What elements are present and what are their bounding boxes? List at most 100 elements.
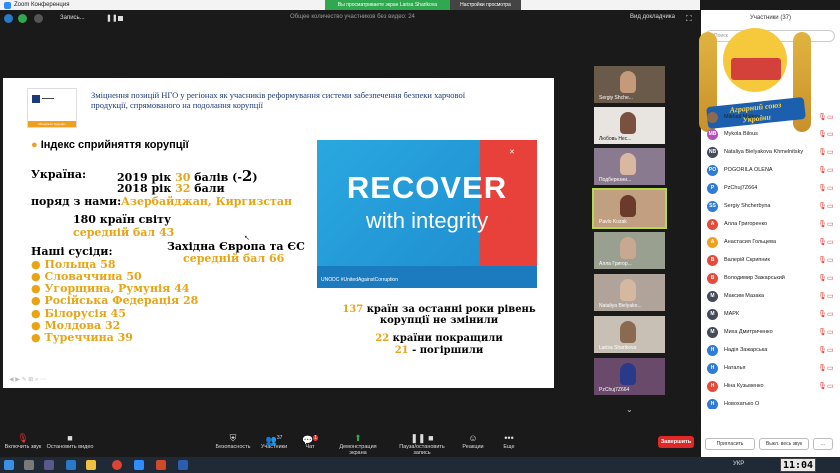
start-icon[interactable]	[4, 460, 14, 470]
participant-row[interactable]: Н Наталья 🎙 ▭	[705, 361, 835, 378]
more-options-button[interactable]: ...	[813, 438, 833, 450]
participant-row[interactable]: М Миха Дмитриченко 🎙 ▭	[705, 325, 835, 342]
org-logo: ▬▬▬▬ Матеріали будущих	[27, 88, 77, 128]
participant-row[interactable]: Н Ніна Кузьменко 🎙 ▭	[705, 379, 835, 396]
participant-row[interactable]: В Валерій Скрипник 🎙 ▭	[705, 253, 835, 270]
invite-button[interactable]: Пригласить	[705, 438, 755, 450]
info-icon[interactable]	[4, 14, 13, 23]
video-tile[interactable]: PzChuj7Z664	[594, 358, 665, 395]
mic-muted-icon[interactable]: 🎙	[818, 113, 827, 121]
participant-row[interactable]: М МАРК 🎙 ▭	[705, 307, 835, 324]
gallery-scroll-down-icon[interactable]: ⌄	[626, 405, 633, 414]
participant-row[interactable]: А Алла Григоренко 🎙 ▭	[705, 217, 835, 234]
record-icon	[34, 14, 43, 23]
video-tile[interactable]: Nataliya Bielyako...	[594, 274, 665, 311]
video-tile[interactable]: Sergiy Shche...	[594, 66, 665, 103]
stop-recording-icon[interactable]	[118, 16, 123, 21]
mic-muted-icon[interactable]: 🎙	[818, 184, 827, 192]
chrome-icon[interactable]	[112, 460, 122, 470]
camera-off-icon[interactable]: ▭	[827, 292, 834, 300]
mic-muted-icon[interactable]: 🎙	[818, 202, 827, 210]
chat-button[interactable]: 💬1 Чат	[298, 433, 322, 450]
video-tile-active[interactable]: Pavlo Kozak	[592, 188, 667, 229]
search-icon[interactable]	[24, 460, 34, 470]
mute-all-button[interactable]: Выкл. весь звук	[759, 438, 809, 450]
stop-video-button[interactable]: ■ Остановить видео	[46, 433, 94, 450]
mic-muted-icon[interactable]: 🎙	[818, 256, 827, 264]
video-tile[interactable]: Любовь Нес...	[594, 107, 665, 144]
zoom-app-icon[interactable]	[134, 460, 144, 470]
participants-button[interactable]: 👥37 Участники	[256, 433, 292, 450]
participant-row[interactable]: SS Sergiy Shcherbyna 🎙 ▭	[705, 199, 835, 216]
participant-row[interactable]: Н Новохатько О	[705, 397, 835, 409]
mic-muted-icon[interactable]: 🎙	[818, 220, 827, 228]
share-screen-button[interactable]: ⬆ Демонстрация экрана	[330, 433, 386, 456]
camera-off-icon[interactable]: ▭	[827, 130, 834, 138]
camera-off-icon[interactable]: ▭	[827, 202, 834, 210]
mic-muted-icon[interactable]: 🎙	[818, 328, 827, 336]
mic-muted-icon[interactable]: 🎙	[818, 130, 827, 138]
mic-muted-icon[interactable]: 🎙	[818, 148, 827, 156]
taskview-icon[interactable]	[44, 460, 54, 470]
participant-row[interactable]: PO POGORILA OLENA 🎙 ▭	[705, 163, 835, 180]
west-avg: середній бал 66	[183, 252, 285, 265]
ukraine-2018: 2018 рік 32 бали	[117, 182, 225, 195]
unmute-button[interactable]: 🎙 Включить звук	[2, 433, 44, 450]
camera-off-icon[interactable]: ▭	[827, 184, 834, 192]
mic-muted-icon[interactable]: 🎙	[818, 292, 827, 300]
participant-row[interactable]: NB Nataliya Bielyakova Khmelnitsky 🎙 ▭	[705, 145, 835, 162]
neighbors-label: Наші сусіди:	[31, 245, 113, 258]
camera-off-icon[interactable]: ▭	[827, 113, 834, 121]
desktop-icon[interactable]	[66, 460, 76, 470]
word-icon[interactable]	[178, 460, 188, 470]
end-meeting-button[interactable]: Завершить	[658, 436, 694, 448]
mic-muted-icon[interactable]: 🎙	[818, 364, 827, 372]
powerpoint-icon[interactable]	[156, 460, 166, 470]
shield-icon[interactable]	[18, 14, 27, 23]
camera-off-icon[interactable]: ▭	[827, 220, 834, 228]
folder-icon[interactable]	[86, 460, 96, 470]
mic-muted-icon[interactable]: 🎙	[818, 382, 827, 390]
camera-off-icon[interactable]: ▭	[827, 346, 834, 354]
participant-row[interactable]: В Володимир Зажарський 🎙 ▭	[705, 271, 835, 288]
mic-muted-icon[interactable]: 🎙	[818, 166, 827, 174]
shield-icon: ⛨	[229, 433, 237, 443]
mic-muted-icon[interactable]: 🎙	[818, 238, 827, 246]
camera-off-icon[interactable]: ▭	[827, 364, 834, 372]
unodc-logo: UNODC #UnitedAgainstCorruption	[321, 277, 398, 283]
participant-row[interactable]: MB Mykola Bilous 🎙 ▭	[705, 127, 835, 144]
camera-off-icon[interactable]: ▭	[827, 238, 834, 246]
security-button[interactable]: ⛨ Безопасность	[212, 433, 254, 450]
camera-off-icon[interactable]: ▭	[827, 310, 834, 318]
camera-off-icon[interactable]: ▭	[827, 274, 834, 282]
mic-muted-icon[interactable]: 🎙	[818, 274, 827, 282]
participant-row[interactable]: Н Надія Зажарська 🎙 ▭	[705, 343, 835, 360]
video-tile[interactable]: Алла Григор...	[594, 232, 665, 269]
stat-worsened: 21 - погіршили	[394, 345, 484, 356]
more-button[interactable]: ••• Еще	[496, 433, 522, 450]
camera-off-icon[interactable]: ▭	[827, 256, 834, 264]
view-layout-button[interactable]: Вид докладчика	[630, 14, 675, 20]
mic-muted-icon[interactable]: 🎙	[818, 346, 827, 354]
video-tile[interactable]: Подберезни...	[594, 148, 665, 185]
pause-recording-icon[interactable]: ❚❚	[106, 14, 118, 22]
reactions-button[interactable]: ☺ Реакции	[458, 433, 488, 450]
slide-controls[interactable]: ◀ ▶ ✎ ⊞ ⌕ ⋯	[9, 376, 46, 384]
shared-slide: ▬▬▬▬ Матеріали будущих Зміцнення позицій…	[3, 78, 554, 388]
camera-off-icon[interactable]: ▭	[827, 166, 834, 174]
fullscreen-icon[interactable]: ⛶	[686, 14, 692, 24]
camera-off-icon[interactable]: ▭	[827, 382, 834, 390]
zoom-icon	[4, 1, 11, 9]
input-language[interactable]: УКР	[733, 461, 744, 467]
mic-muted-icon[interactable]: 🎙	[818, 310, 827, 318]
participant-row[interactable]: Mikhail Malkov 🎙 ▭	[705, 110, 835, 127]
ukraine-label: Україна:	[31, 168, 87, 181]
camera-off-icon[interactable]: ▭	[827, 148, 834, 156]
view-options-button[interactable]: Настройки просмотра	[450, 0, 521, 10]
participant-row[interactable]: М Максим Мазака 🎙 ▭	[705, 289, 835, 306]
camera-off-icon[interactable]: ▭	[827, 328, 834, 336]
participant-row[interactable]: А Анастасия Гольцева 🎙 ▭	[705, 235, 835, 252]
pause-recording-button[interactable]: ❚❚ ■ Пауза/остановить запись	[390, 433, 454, 456]
participant-row[interactable]: P PzChuj7Z664 🎙 ▭	[705, 181, 835, 198]
video-tile[interactable]: Larisa Sharikova	[594, 316, 665, 353]
